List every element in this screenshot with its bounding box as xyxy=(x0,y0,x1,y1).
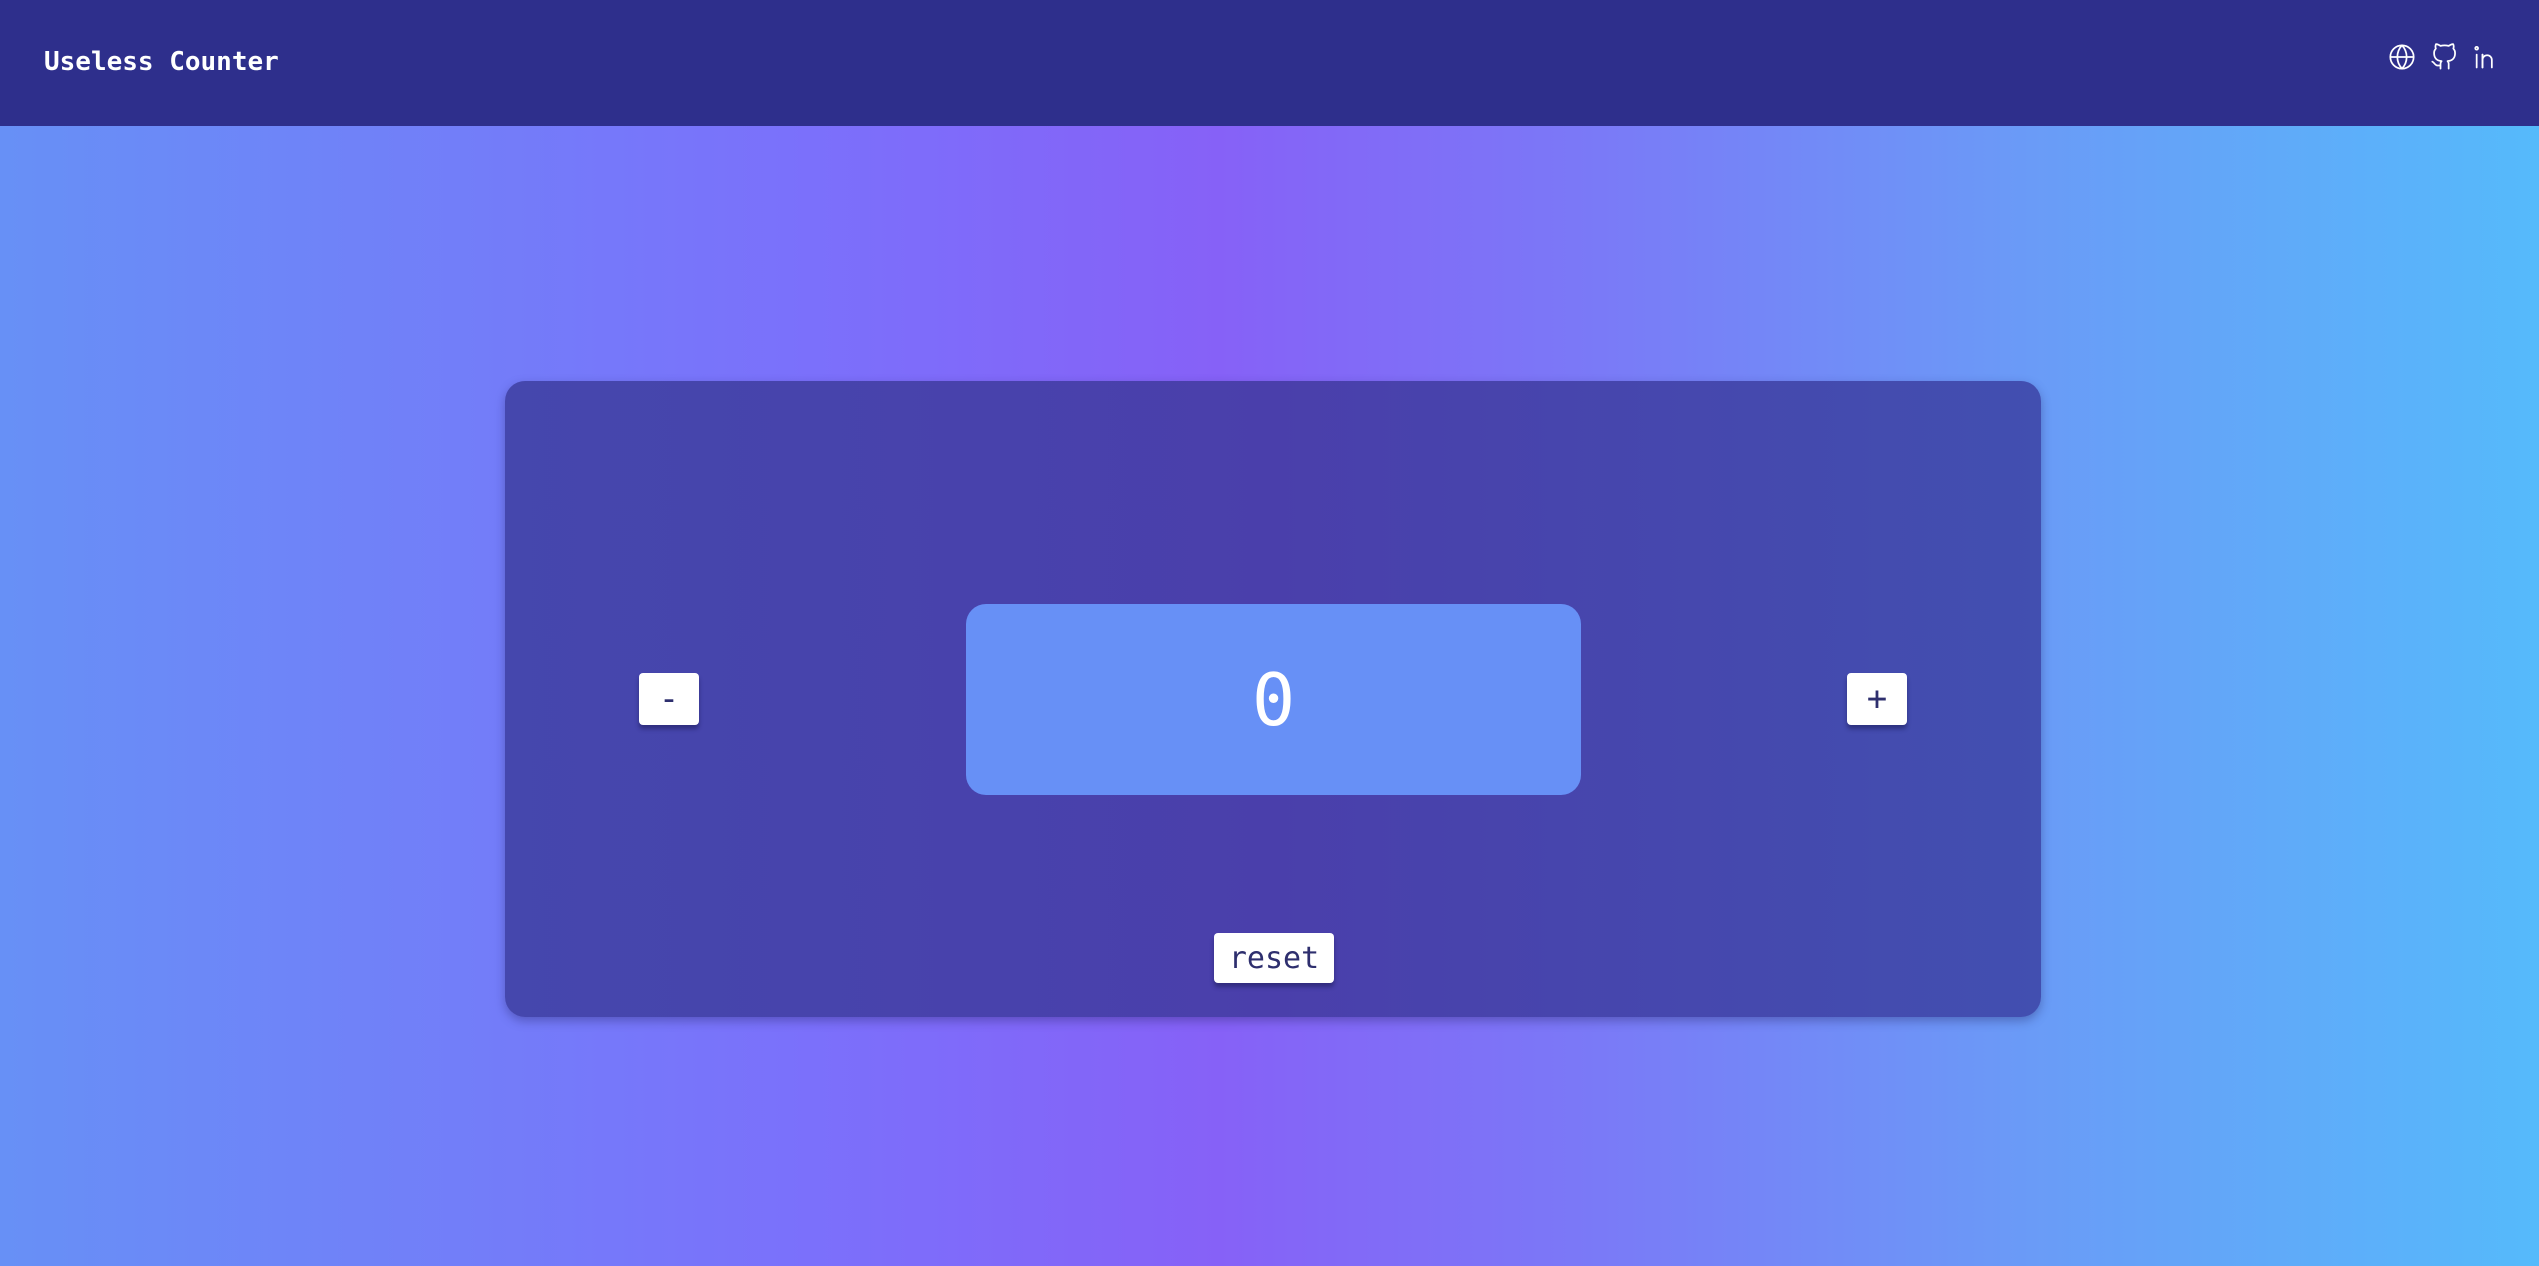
app-title: Useless Counter xyxy=(44,47,279,77)
counter-card: - 0 + reset xyxy=(505,381,2041,1017)
github-icon[interactable] xyxy=(2429,42,2459,72)
top-bar: Useless Counter xyxy=(0,0,2539,126)
linkedin-icon[interactable] xyxy=(2471,42,2501,72)
counter-value: 0 xyxy=(1251,657,1296,742)
social-links xyxy=(2387,42,2501,72)
reset-button[interactable]: reset xyxy=(1214,933,1334,983)
counter-display: 0 xyxy=(966,604,1581,795)
decrement-button[interactable]: - xyxy=(639,673,699,725)
globe-icon[interactable] xyxy=(2387,42,2417,72)
increment-button[interactable]: + xyxy=(1847,673,1907,725)
